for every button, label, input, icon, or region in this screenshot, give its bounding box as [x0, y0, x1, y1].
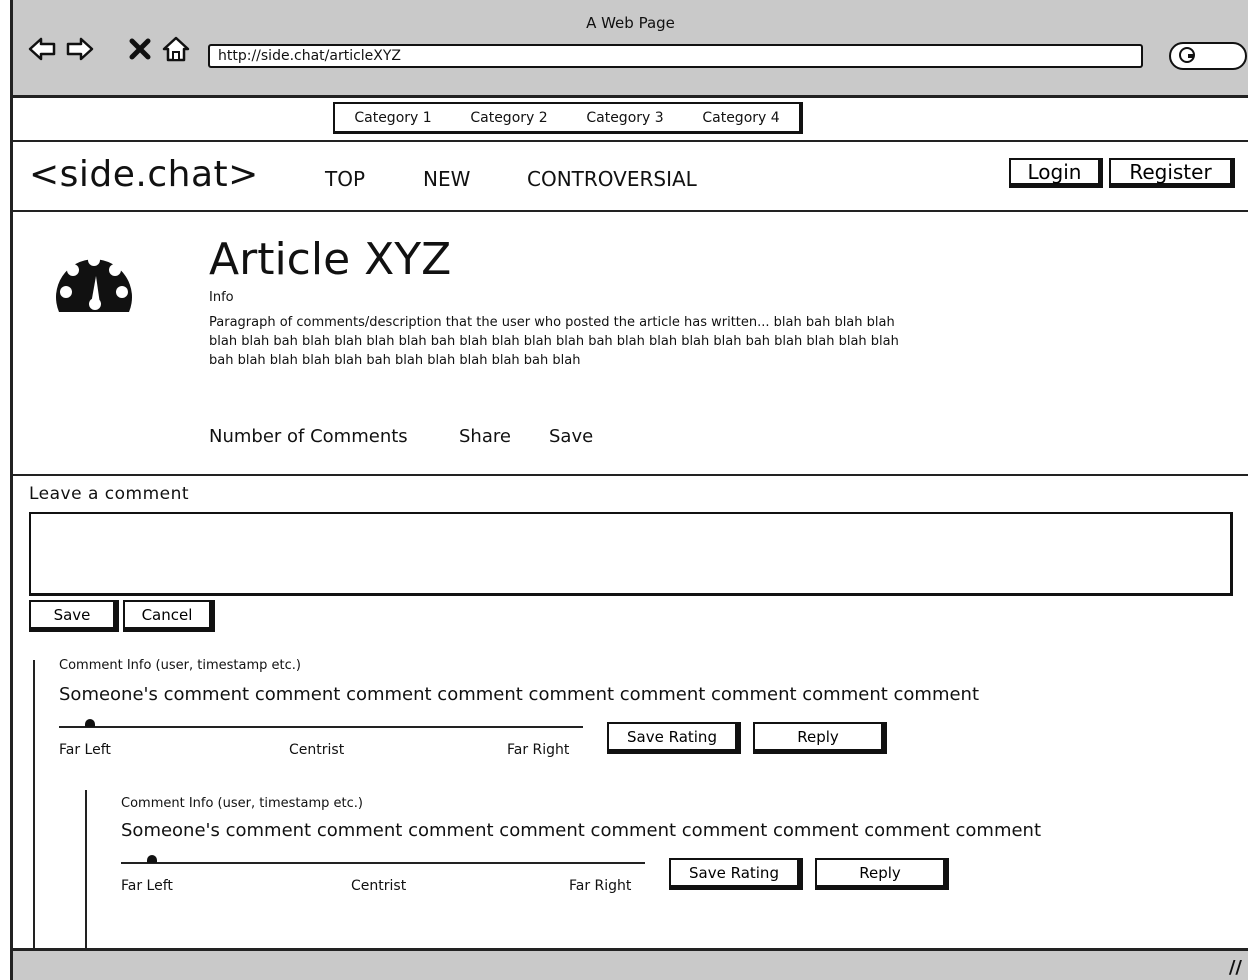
nav-top[interactable]: TOP [325, 167, 365, 191]
slider-label-centrist: Centrist [289, 742, 345, 758]
category-link-4[interactable]: Category 4 [702, 110, 779, 126]
reply-slider-label-far-left: Far Left [121, 878, 173, 894]
reply-slider-label-far-right: Far Right [569, 878, 632, 894]
article-info: Info [209, 290, 234, 305]
login-button[interactable]: Login [1009, 158, 1103, 188]
window-title: A Web Page [586, 14, 675, 32]
reply-rating-slider-handle[interactable] [147, 855, 158, 863]
search-button[interactable] [1169, 42, 1247, 70]
register-button[interactable]: Register [1109, 158, 1235, 188]
reply-reply-button[interactable]: Reply [815, 858, 949, 890]
rating-slider[interactable] [59, 726, 583, 728]
browser-toolbar: A Web Page http://side.chat/articleXYZ [10, 0, 1248, 98]
site-header: <side.chat> TOP NEW CONTROVERSIAL Login … [10, 142, 1248, 212]
stop-x-icon[interactable] [125, 36, 155, 62]
reply-thread-line [85, 790, 87, 948]
slider-label-far-left: Far Left [59, 742, 111, 758]
home-icon[interactable] [161, 36, 191, 62]
save-comment-button[interactable]: Save [29, 600, 119, 632]
nav-new[interactable]: NEW [423, 167, 470, 191]
category-link-3[interactable]: Category 3 [586, 110, 663, 126]
article-description: Paragraph of comments/description that t… [209, 315, 899, 368]
comment-info: Comment Info (user, timestamp etc.) [59, 658, 301, 673]
slider-label-far-right: Far Right [507, 742, 570, 758]
main-content: Article XYZ Info Paragraph of comments/d… [10, 212, 1248, 948]
reply-rating-slider[interactable] [121, 862, 645, 864]
article-title: Article XYZ [209, 234, 452, 285]
dashboard-gauge-icon [55, 254, 132, 312]
cancel-comment-button[interactable]: Cancel [123, 600, 215, 632]
url-input[interactable]: http://side.chat/articleXYZ [208, 44, 1143, 68]
divider [13, 474, 1248, 476]
browser-status-bar: // [10, 948, 1248, 980]
reply-comment-info: Comment Info (user, timestamp etc.) [121, 796, 363, 811]
rating-slider-handle[interactable] [85, 719, 96, 727]
reply-save-rating-button[interactable]: Save Rating [669, 858, 803, 890]
reply-button[interactable]: Reply [753, 722, 887, 754]
forward-arrow-icon[interactable] [65, 36, 95, 62]
category-link-2[interactable]: Category 2 [470, 110, 547, 126]
reply-slider-label-centrist: Centrist [351, 878, 407, 894]
search-icon [1179, 47, 1195, 63]
save-rating-button[interactable]: Save Rating [607, 722, 741, 754]
nav-controversial[interactable]: CONTROVERSIAL [527, 167, 697, 191]
save-article-link[interactable]: Save [549, 426, 593, 447]
share-link[interactable]: Share [459, 426, 511, 447]
category-link-1[interactable]: Category 1 [354, 110, 431, 126]
resize-grip-icon[interactable]: // [1229, 957, 1242, 978]
category-menu: Category 1 Category 2 Category 3 Categor… [333, 102, 803, 134]
back-arrow-icon[interactable] [27, 36, 57, 62]
reply-comment-text: Someone's comment comment comment commen… [121, 820, 1042, 841]
comments-count-link[interactable]: Number of Comments [209, 426, 408, 447]
category-bar: Category 1 Category 2 Category 3 Categor… [10, 98, 1248, 142]
comment-textarea[interactable] [29, 512, 1233, 596]
comment-text: Someone's comment comment comment commen… [59, 684, 980, 705]
thread-line [33, 660, 35, 948]
comment-form-label: Leave a comment [29, 484, 190, 504]
site-logo[interactable]: <side.chat> [29, 154, 259, 195]
